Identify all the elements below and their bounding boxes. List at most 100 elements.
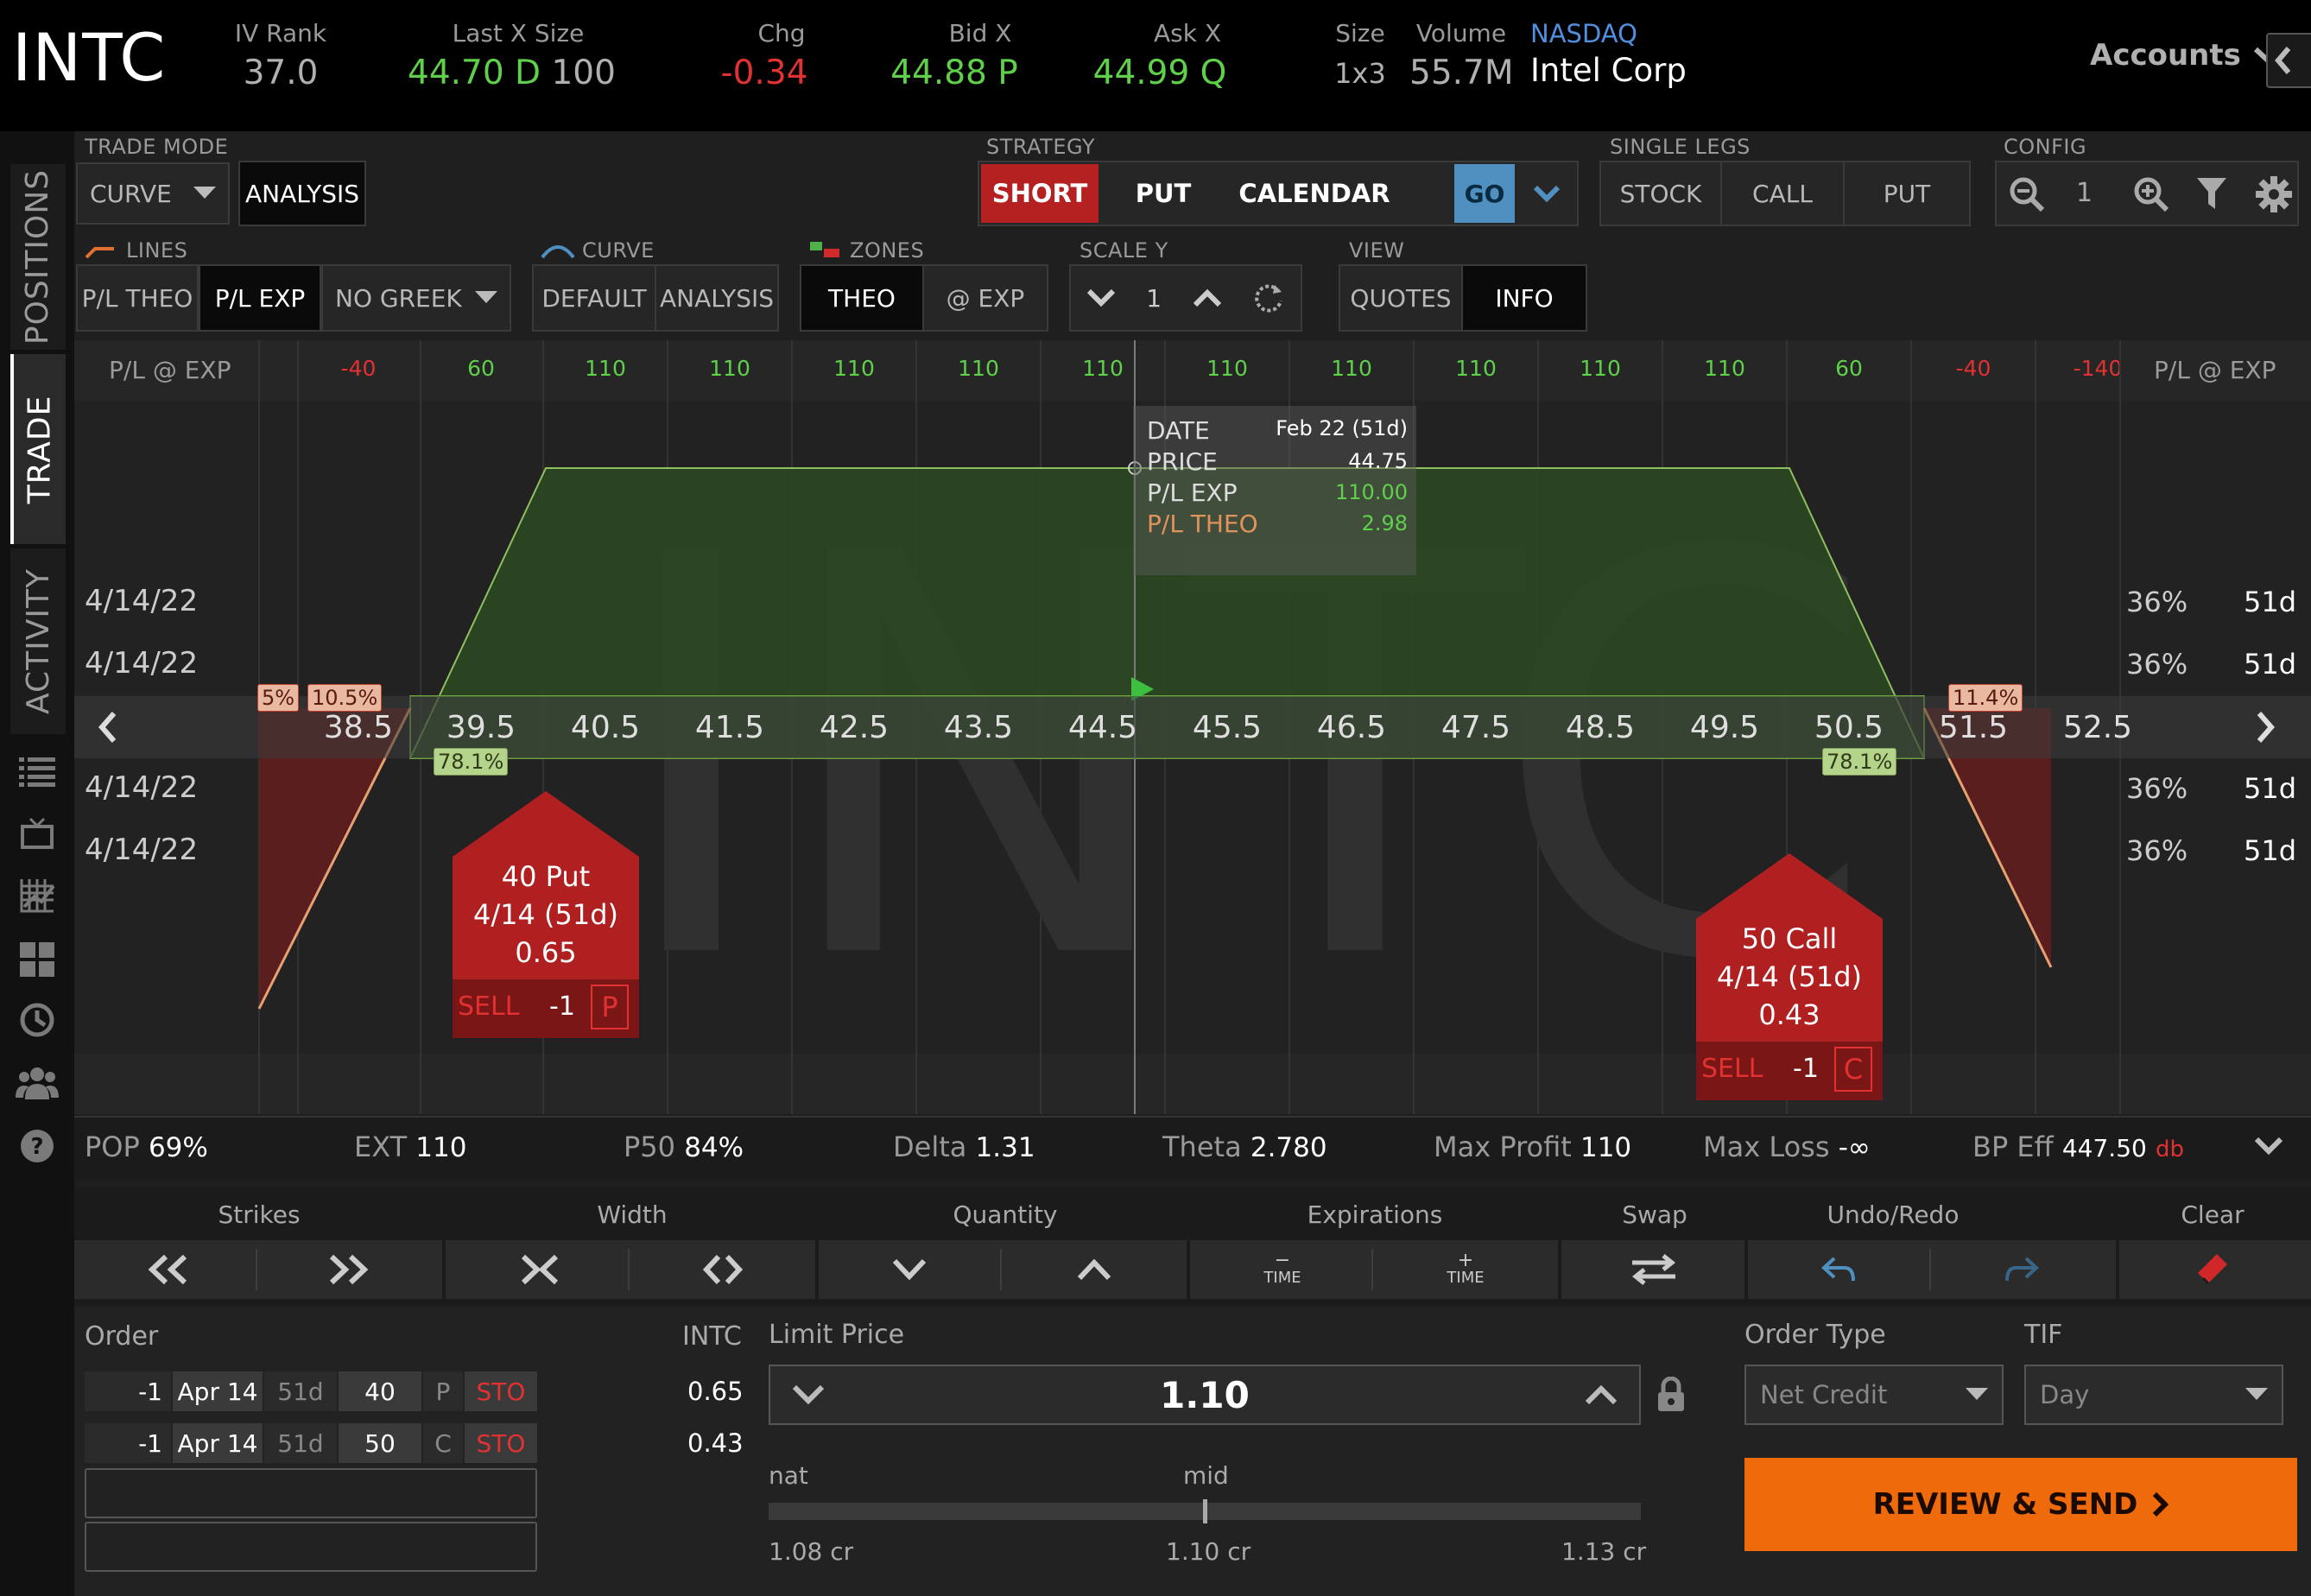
clear-button[interactable] <box>2138 1240 2285 1299</box>
expiry-dte-2: 51d <box>2244 648 2297 681</box>
expiry-date-3[interactable]: 4/14/22 <box>85 770 198 805</box>
undo-redo-label: Undo/Redo <box>1827 1200 1960 1229</box>
strikes-next-button[interactable] <box>2254 710 2276 748</box>
order-row-4-empty[interactable] <box>85 1522 537 1572</box>
prob-flag-right-a: 11.4% <box>1948 684 2023 712</box>
strikes-prev-button[interactable] <box>97 710 119 748</box>
strike-cell[interactable]: 44.5 <box>1055 710 1150 745</box>
chevron-left-icon <box>98 712 117 743</box>
order-row-2-action[interactable]: STO <box>465 1423 537 1463</box>
order-row-1-action[interactable]: STO <box>465 1371 537 1411</box>
tif-select[interactable]: Day <box>2024 1365 2283 1425</box>
order-row-1-type[interactable]: P <box>423 1371 463 1411</box>
order-row-1-qty[interactable]: -1 <box>85 1371 171 1411</box>
chevron-down-icon <box>2254 1137 2283 1156</box>
leg-call-qty: -1 <box>1793 1054 1819 1084</box>
order-row-2-qty[interactable]: -1 <box>85 1423 171 1463</box>
mid-label: mid <box>1183 1461 1229 1490</box>
undo-button[interactable] <box>1765 1240 1912 1299</box>
redo-icon <box>2005 1257 2039 1282</box>
expiry-date-2[interactable]: 4/14/22 <box>85 646 198 681</box>
strike-cell[interactable]: 45.5 <box>1180 710 1275 745</box>
swap-label: Swap <box>1622 1200 1687 1229</box>
strike-cell[interactable]: 40.5 <box>558 710 653 745</box>
redo-button[interactable] <box>1948 1240 2095 1299</box>
expiry-iv-4: 36% <box>2126 834 2188 867</box>
strike-cell[interactable]: 43.5 <box>931 710 1026 745</box>
stat-max-loss-value: -∞ <box>1838 1132 1871 1163</box>
mid-price: 1.10 cr <box>1166 1537 1251 1566</box>
strike-cell[interactable]: 47.5 <box>1428 710 1523 745</box>
strike-cell[interactable]: 52.5 <box>2050 710 2145 745</box>
strike-cell[interactable]: 41.5 <box>682 710 777 745</box>
strikes-down-button[interactable] <box>95 1240 242 1299</box>
strike-cell[interactable]: 39.5 <box>434 710 529 745</box>
limit-price-label: Limit Price <box>769 1320 905 1350</box>
strike-cell[interactable]: 48.5 <box>1553 710 1648 745</box>
order-label: Order <box>85 1321 159 1352</box>
undo-icon <box>1821 1257 1855 1282</box>
strike-cell[interactable]: 46.5 <box>1304 710 1399 745</box>
stat-delta-key: Delta <box>893 1130 967 1163</box>
price-up-icon[interactable] <box>1584 1384 1618 1406</box>
order-row-2-type[interactable]: C <box>423 1423 463 1463</box>
quantity-label: Quantity <box>953 1200 1058 1229</box>
leg-put-type: P <box>591 985 629 1029</box>
leg-tag-call[interactable]: 50 Call 4/14 (51d) 0.43 SELL -1 C <box>1696 853 1883 1100</box>
stat-p50-key: P50 <box>624 1130 676 1163</box>
strikes-up-button[interactable] <box>275 1240 421 1299</box>
strike-cell[interactable]: 50.5 <box>1801 710 1896 745</box>
order-row-3-empty[interactable] <box>85 1468 537 1518</box>
price-slider-thumb[interactable] <box>1203 1499 1207 1523</box>
tool-separator <box>1558 1240 1561 1299</box>
stat-theta-key: Theta <box>1162 1130 1242 1163</box>
stat-p50: P50 84% <box>624 1130 744 1163</box>
lock-icon[interactable] <box>1656 1376 1686 1415</box>
tool-separator <box>1929 1249 1931 1290</box>
leg-tag-put[interactable]: 40 Put 4/14 (51d) 0.65 SELL -1 P <box>453 791 639 1038</box>
tool-separator <box>1000 1249 1002 1290</box>
review-send-button[interactable]: REVIEW & SEND <box>1744 1458 2297 1551</box>
width-narrow-button[interactable] <box>466 1240 613 1299</box>
price-down-icon[interactable] <box>791 1384 826 1406</box>
time-minus-label: TIME <box>1263 1268 1301 1287</box>
stats-expand-button[interactable] <box>2254 1137 2283 1159</box>
order-row-1-exp[interactable]: Apr 14 <box>173 1371 263 1411</box>
leg-put-line3: 0.65 <box>515 936 577 969</box>
tooltip-price-key: PRICE <box>1147 447 1218 476</box>
time-minus-button[interactable]: − TIME <box>1209 1240 1356 1299</box>
order-type-select[interactable]: Net Credit <box>1744 1365 2004 1425</box>
expiry-iv-2: 36% <box>2126 648 2188 681</box>
limit-price-input[interactable]: 1.10 <box>769 1365 1641 1425</box>
quantity-up-button[interactable] <box>1021 1240 1168 1299</box>
order-type-value: Net Credit <box>1760 1380 1888 1409</box>
stat-bp-eff-key: BP Eff <box>1972 1130 2054 1163</box>
stat-p50-value: 84% <box>684 1132 744 1163</box>
order-row-2-dte: 51d <box>264 1423 337 1463</box>
quantity-down-button[interactable] <box>836 1240 983 1299</box>
time-plus-button[interactable]: + TIME <box>1392 1240 1539 1299</box>
eraser-icon <box>2198 1254 2227 1285</box>
clear-label: Clear <box>2181 1200 2245 1229</box>
width-widen-button[interactable] <box>649 1240 796 1299</box>
stat-bp-unit: db <box>2156 1137 2185 1162</box>
order-row-2-exp[interactable]: Apr 14 <box>173 1423 263 1463</box>
swap-button[interactable] <box>1580 1240 1727 1299</box>
leg-call-line1: 50 Call <box>1741 922 1838 955</box>
order-row-2-strike[interactable]: 50 <box>339 1423 421 1463</box>
tool-separator <box>1744 1240 1748 1299</box>
tooltip-plexp-key: P/L EXP <box>1147 478 1238 507</box>
tool-separator <box>442 1240 446 1299</box>
strike-cell[interactable]: 42.5 <box>807 710 902 745</box>
order-row-1-dte: 51d <box>264 1371 337 1411</box>
stat-max-loss-key: Max Loss <box>1703 1130 1830 1163</box>
strike-cell[interactable]: 38.5 <box>311 710 406 745</box>
help-icon[interactable]: ? <box>16 1124 59 1168</box>
order-row-1-strike[interactable]: 40 <box>339 1371 421 1411</box>
expiry-date-4[interactable]: 4/14/22 <box>85 833 198 867</box>
order-row-1-price: 0.65 <box>687 1377 744 1406</box>
strike-cell[interactable]: 49.5 <box>1677 710 1772 745</box>
chevron-right-icon <box>2153 1492 2169 1517</box>
strike-cell[interactable]: 51.5 <box>1926 710 2021 745</box>
expiry-date-1[interactable]: 4/14/22 <box>85 584 198 618</box>
